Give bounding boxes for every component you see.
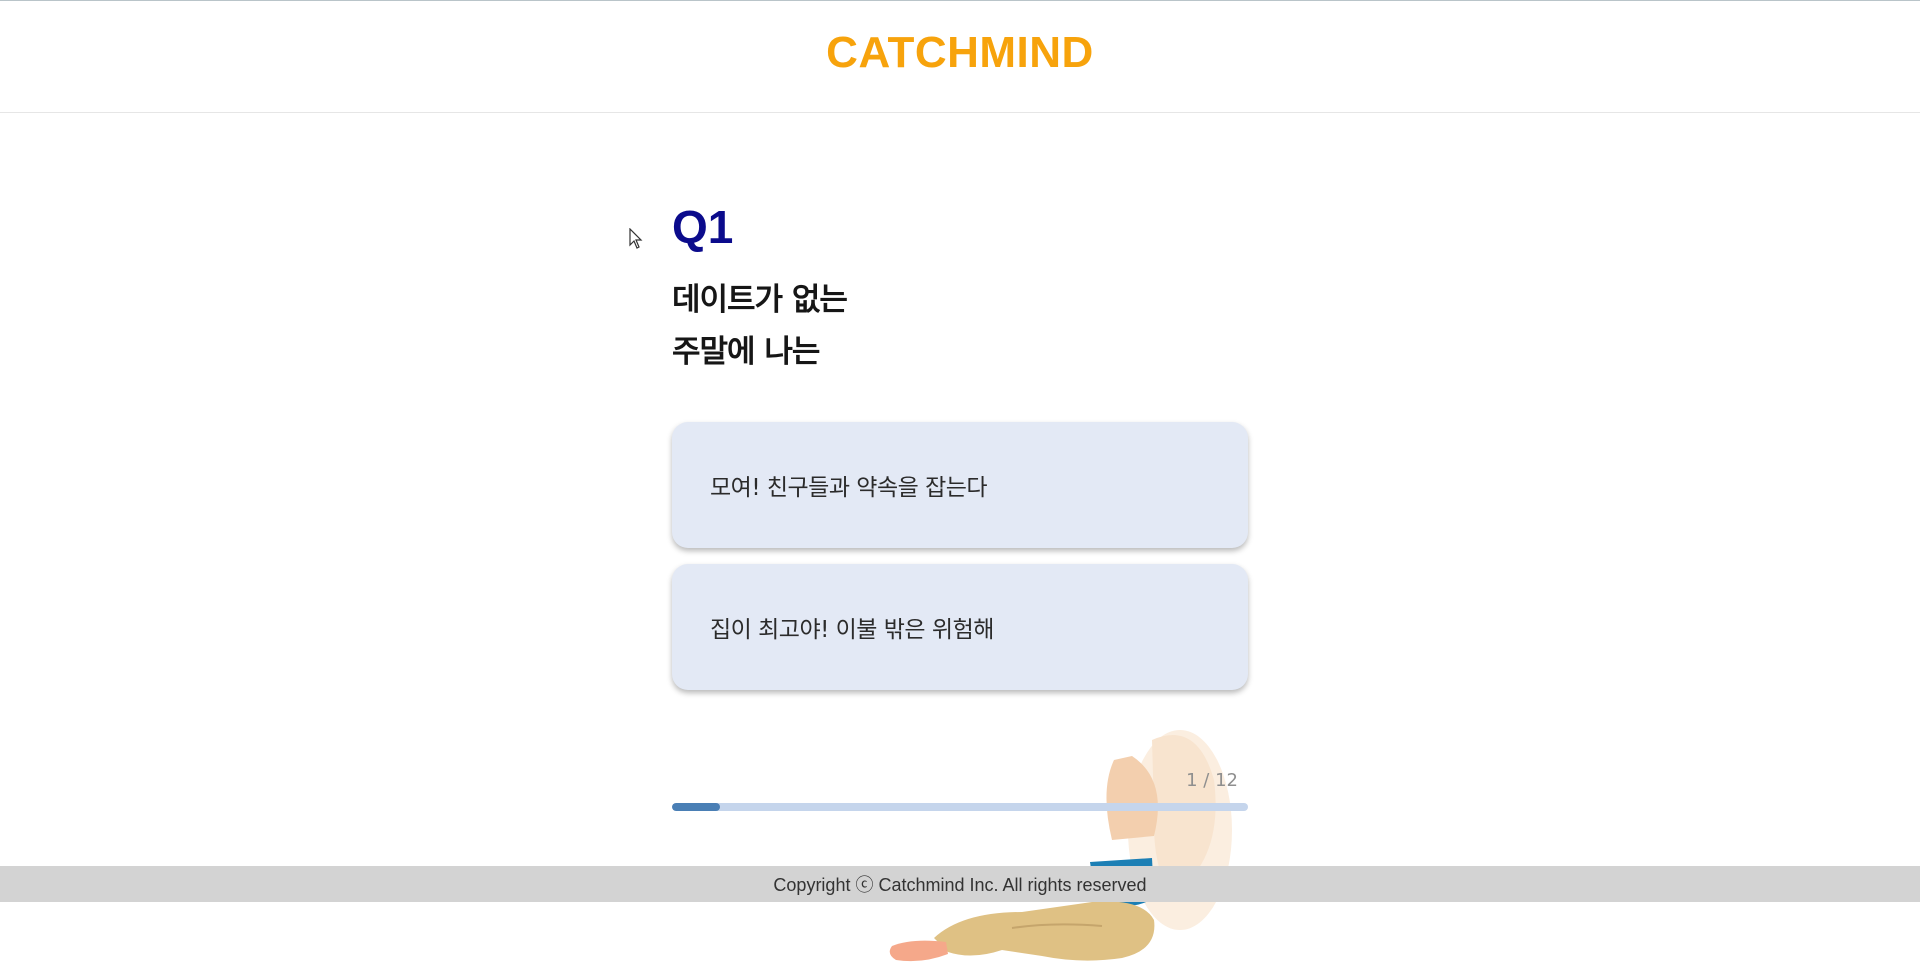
answer-option-1[interactable]: 모여! 친구들과 약속을 잡는다	[672, 422, 1248, 548]
question-line-2: 주말에 나는	[672, 334, 820, 370]
progress-counter: 1 / 12	[1186, 770, 1238, 791]
site-footer: Copyright ⓒ Catchmind Inc. All rights re…	[0, 866, 1920, 902]
answer-option-2[interactable]: 집이 최고야! 이불 밖은 위험해	[672, 564, 1248, 690]
question-line-1: 데이트가 없는	[672, 282, 848, 318]
progress-bar	[672, 803, 1248, 811]
progress-bar-fill	[672, 803, 720, 811]
catchmind-logo[interactable]: CATCHMIND	[826, 28, 1094, 78]
mouse-pointer-icon	[629, 228, 643, 249]
question-text: 데이트가 없는 주말에 나는	[672, 274, 848, 378]
site-header: CATCHMIND	[0, 1, 1920, 113]
copyright-text: Copyright ⓒ Catchmind Inc. All rights re…	[773, 875, 1147, 895]
question-number: Q1	[672, 201, 734, 253]
